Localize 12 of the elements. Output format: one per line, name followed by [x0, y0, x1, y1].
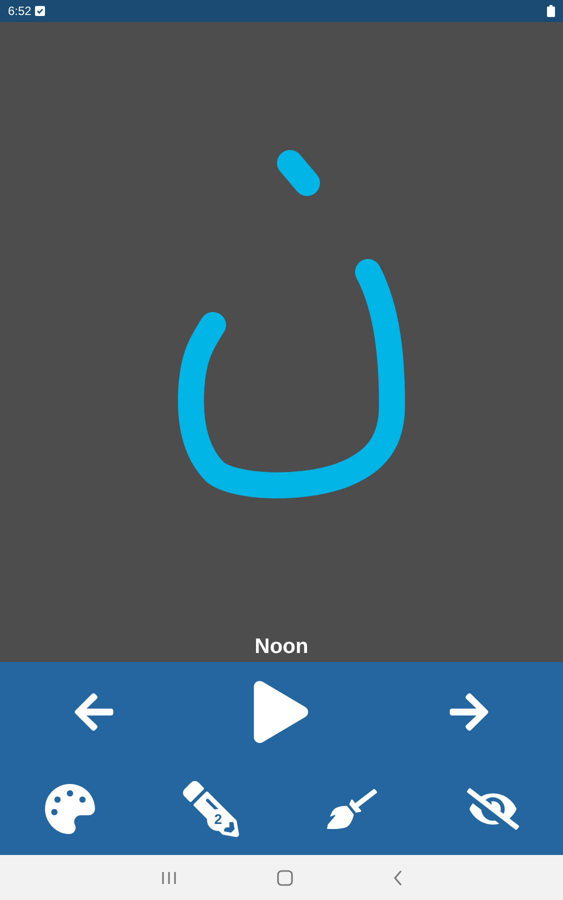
eye-slash-icon	[466, 786, 519, 830]
battery-icon	[547, 5, 555, 17]
checkbox-notification-icon	[35, 6, 46, 16]
home-icon[interactable]	[276, 870, 292, 886]
clock-time: 6:52	[8, 3, 32, 20]
pen-size-button[interactable]: 2	[179, 776, 244, 840]
drawing-canvas[interactable]: Noon	[0, 22, 563, 662]
play-icon	[252, 681, 310, 743]
recents-icon[interactable]	[160, 870, 176, 884]
pencil-icon	[183, 780, 240, 836]
back-icon[interactable]	[392, 870, 402, 886]
letter-name: Noon	[254, 634, 308, 660]
